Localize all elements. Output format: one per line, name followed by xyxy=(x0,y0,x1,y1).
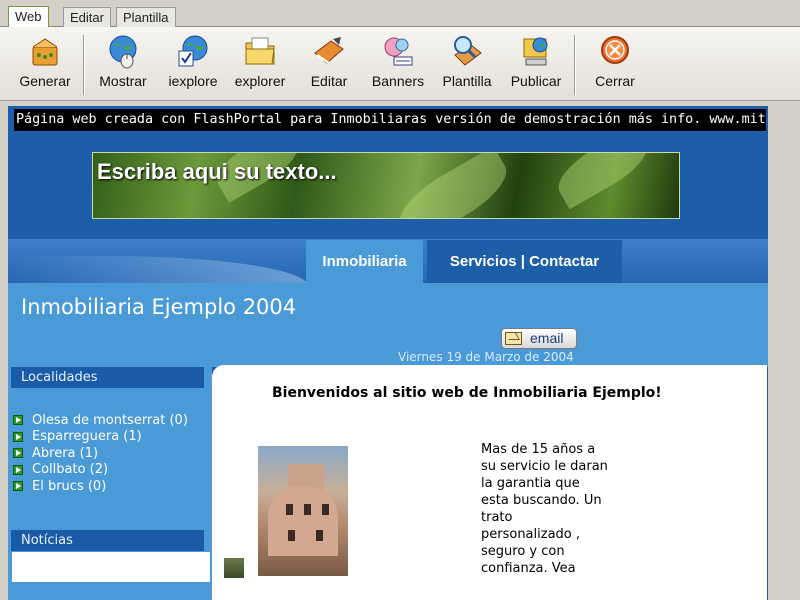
tab-editar[interactable]: Editar xyxy=(63,7,111,27)
header-banner: Escriba aqui su texto... xyxy=(92,152,680,219)
photo-window xyxy=(322,504,329,515)
localidades-list: Olesa de montserrat (0) Esparreguera (1)… xyxy=(13,412,188,495)
welcome-heading: Bienvenidos al sitio web de Inmobiliaria… xyxy=(272,385,662,401)
leaf-decoration xyxy=(549,153,657,210)
magnifier-icon xyxy=(449,33,485,69)
iexplore-label: iexplore xyxy=(168,73,218,89)
cerrar-button[interactable]: Cerrar xyxy=(584,31,646,89)
nav-tab-inmobiliaria[interactable]: Inmobiliaria xyxy=(306,240,423,283)
editar-label: Editar xyxy=(310,73,348,89)
right-margin xyxy=(768,106,800,600)
email-label: email xyxy=(530,330,564,346)
description-line: la garantia que xyxy=(481,476,580,491)
photo-window xyxy=(304,504,311,515)
localidad-link[interactable]: Abrera (1) xyxy=(13,445,188,462)
description-line: Mas de 15 años a xyxy=(481,442,596,457)
arrow-icon xyxy=(13,415,23,426)
property-photo xyxy=(258,446,348,576)
description-line: su servicio le daran xyxy=(481,459,608,474)
description-line: personalizado , xyxy=(481,527,581,542)
publicar-label: Publicar xyxy=(510,73,562,89)
localidad-label: Collbato (2) xyxy=(32,462,109,478)
explorer-label: explorer xyxy=(234,73,286,89)
noticias-box xyxy=(12,552,210,582)
globe-mouse-icon xyxy=(105,33,141,69)
arrow-icon xyxy=(13,481,23,492)
mostrar-button[interactable]: Mostrar xyxy=(92,31,154,89)
photo-window xyxy=(286,504,293,515)
localidad-label: Olesa de montserrat (0) xyxy=(32,412,188,428)
banners-label: Banners xyxy=(371,73,425,89)
nav-tab-servicios-contactar[interactable]: Servicios | Contactar xyxy=(427,240,622,283)
localidad-label: Esparreguera (1) xyxy=(32,429,142,445)
localidad-link[interactable]: El brucs (0) xyxy=(13,478,188,495)
banner-text: Escriba aqui su texto... xyxy=(97,159,337,184)
description-text: Mas de 15 años a su servicio le daran la… xyxy=(481,441,611,577)
edit-book-icon xyxy=(311,33,347,69)
photo-window xyxy=(316,530,323,541)
generate-icon xyxy=(27,33,63,69)
arrow-icon xyxy=(13,464,23,475)
envelope-icon xyxy=(505,332,522,345)
main-toolbar: Generar Mostrar iexplore explorer Editar… xyxy=(0,27,800,101)
email-button[interactable]: email xyxy=(501,328,577,349)
tab-plantilla[interactable]: Plantilla xyxy=(116,7,176,27)
mode-tabbar: Web Editar Plantilla xyxy=(0,0,800,28)
description-line: trato xyxy=(481,510,513,525)
globe-check-icon xyxy=(175,33,211,69)
toolbar-separator xyxy=(574,35,576,95)
description-line: esta buscando. Un xyxy=(481,493,602,508)
photo-fragment xyxy=(224,558,244,578)
publicar-button[interactable]: Publicar xyxy=(505,31,567,89)
current-date: Viernes 19 de Marzo de 2004 xyxy=(398,350,574,364)
toolbar-separator xyxy=(83,35,85,95)
generar-button[interactable]: Generar xyxy=(14,31,76,89)
editar-button[interactable]: Editar xyxy=(298,31,360,89)
plantilla-button[interactable]: Plantilla xyxy=(436,31,498,89)
iexplore-button[interactable]: iexplore xyxy=(162,31,224,89)
site-title: Inmobiliaria Ejemplo 2004 xyxy=(21,295,297,319)
noticias-header: Notícias xyxy=(11,530,204,551)
mostrar-label: Mostrar xyxy=(99,73,147,89)
localidad-link[interactable]: Esparreguera (1) xyxy=(13,429,188,446)
localidad-label: Abrera (1) xyxy=(32,445,99,461)
localidad-link[interactable]: Olesa de montserrat (0) xyxy=(13,412,188,429)
scrolling-marquee: Página web creada con FlashPortal para I… xyxy=(14,109,766,131)
localidad-label: El brucs (0) xyxy=(32,478,107,494)
explorer-button[interactable]: explorer xyxy=(229,31,291,89)
photo-building xyxy=(268,486,338,556)
folder-icon xyxy=(242,33,278,69)
photo-window xyxy=(288,530,295,541)
localidades-header: Localidades xyxy=(11,367,204,388)
tab-web[interactable]: Web xyxy=(8,6,49,28)
description-line: confianza. Vea xyxy=(481,561,576,576)
plantilla-label: Plantilla xyxy=(442,73,492,89)
description-line: seguro y con xyxy=(481,544,565,559)
publish-icon xyxy=(518,33,554,69)
cerrar-label: Cerrar xyxy=(595,73,635,89)
banners-button[interactable]: Banners xyxy=(367,31,429,89)
arrow-icon xyxy=(13,448,23,459)
leaf-decoration xyxy=(389,153,517,218)
localidad-link[interactable]: Collbato (2) xyxy=(13,462,188,479)
banners-icon xyxy=(380,33,416,69)
close-icon xyxy=(597,33,633,69)
web-preview: Página web creada con FlashPortal para I… xyxy=(8,106,768,600)
arrow-icon xyxy=(13,431,23,442)
main-content: Bienvenidos al sitio web de Inmobiliaria… xyxy=(212,365,767,600)
generar-label: Generar xyxy=(19,73,71,89)
